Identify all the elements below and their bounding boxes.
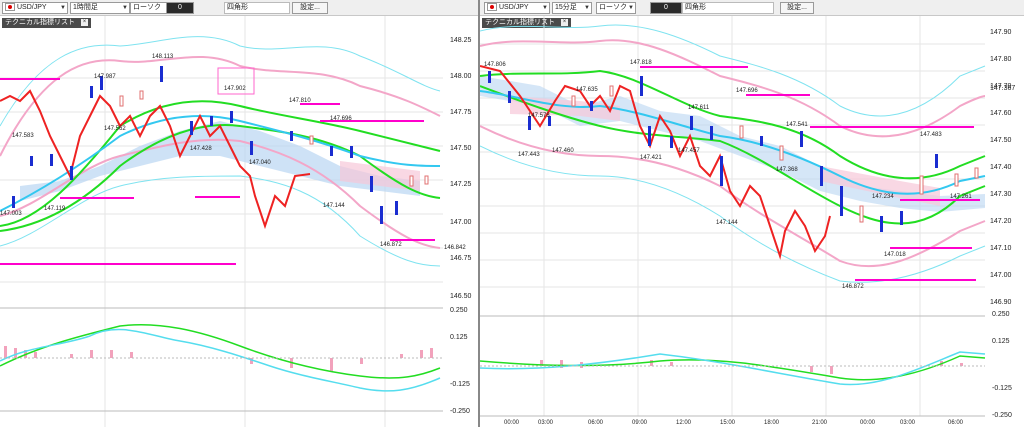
price-tick: 147.25	[450, 181, 472, 188]
osc-tick: -0.125	[450, 381, 470, 388]
price-annotation: 147.261	[950, 194, 972, 200]
time-tick: 12:00	[676, 420, 692, 426]
price-annotation: 147.562	[104, 126, 126, 132]
price-tick: 148.00	[450, 73, 472, 80]
chevron-down-icon: ▼	[60, 5, 66, 11]
left-settings-button[interactable]: 設定...	[292, 2, 328, 14]
price-annotation: 147.421	[640, 155, 662, 161]
left-chart-pane[interactable]: USD/JPY▼ 1時間足▼ ローソク▼ 0 四角形 設定... テクニカル指標…	[0, 0, 480, 427]
price-annotation: 147.018	[884, 252, 906, 258]
price-tick: 146.75	[450, 255, 472, 262]
time-tick: 15:00	[720, 420, 736, 426]
price-annotation: 147.234	[872, 194, 894, 200]
right-chart-pane[interactable]: USD/JPY ▼ 15分足 ▼ ローソク ▼ 0 四角形 設定... テクニカル指標…	[480, 0, 1024, 427]
left-chart-canvas[interactable]: 148.25 148.00 147.75 147.50 147.25 147.0…	[0, 16, 478, 427]
left-shape-select[interactable]: 四角形	[224, 2, 290, 14]
jp-us-flag-icon	[5, 3, 15, 12]
price-annotation: 147.368	[776, 167, 798, 173]
osc-tick: 0.250	[992, 311, 1010, 318]
time-tick: 00:00	[860, 420, 876, 426]
price-tick: 147.40	[990, 164, 1012, 171]
left-value-select[interactable]: 0	[166, 2, 194, 14]
price-annotation: 147.578	[528, 113, 550, 119]
price-tick: 147.20	[990, 218, 1012, 225]
current-price-label: 147.367	[990, 85, 1015, 92]
chevron-down-icon: ▼	[122, 5, 128, 11]
price-annotation: 147.003	[0, 211, 22, 217]
chevron-down-icon: ▼	[628, 5, 634, 11]
price-tick: 148.25	[450, 37, 472, 44]
right-charttype-select[interactable]: ローソク ▼	[596, 2, 636, 14]
price-tick: 146.90	[990, 299, 1012, 306]
osc-tick: 0.125	[450, 334, 468, 341]
price-annotation: 147.483	[920, 132, 942, 138]
right-symbol-select[interactable]: USD/JPY ▼	[484, 2, 550, 14]
price-annotation: 147.611	[688, 105, 710, 111]
price-annotation: 147.635	[576, 87, 598, 93]
time-tick: 09:00	[632, 420, 648, 426]
price-annotation: 147.428	[190, 146, 212, 152]
left-symbol-select[interactable]: USD/JPY ▼	[2, 2, 68, 14]
osc-tick: -0.125	[992, 385, 1012, 392]
jp-us-flag-icon	[487, 3, 497, 12]
price-tick: 147.90	[990, 29, 1012, 36]
price-annotation: 147.457	[678, 148, 700, 154]
price-tick: 147.30	[990, 191, 1012, 198]
price-annotation: 147.818	[630, 60, 652, 66]
price-tick: 147.00	[990, 272, 1012, 279]
price-annotation: 148.113	[152, 54, 174, 60]
price-annotation: 147.806	[484, 62, 506, 68]
price-annotation: 147.810	[289, 98, 311, 104]
right-shape-select[interactable]: 四角形	[682, 2, 774, 14]
time-tick: 18:00	[764, 420, 780, 426]
price-annotation: 147.987	[94, 74, 116, 80]
price-tick: 147.80	[990, 56, 1012, 63]
price-tick: 147.00	[450, 219, 472, 226]
price-annotation: 147.144	[323, 203, 345, 209]
right-value-select[interactable]: 0	[650, 2, 682, 14]
price-annotation: 147.144	[716, 220, 738, 226]
price-annotation: 147.696	[330, 116, 352, 122]
time-tick: 03:00	[900, 420, 916, 426]
price-annotation: 147.443	[518, 152, 540, 158]
osc-tick: -0.250	[450, 408, 470, 415]
osc-tick: 0.125	[992, 338, 1010, 345]
price-tick: 147.60	[990, 110, 1012, 117]
time-tick: 06:00	[588, 420, 604, 426]
price-tick: 146.50	[450, 293, 472, 300]
price-tick: 147.50	[990, 137, 1012, 144]
price-annotation: 146.842	[444, 245, 466, 251]
chevron-down-icon: ▼	[584, 5, 590, 11]
chevron-down-icon: ▼	[542, 5, 548, 11]
price-tick: 147.10	[990, 245, 1012, 252]
price-annotation: 147.902	[224, 86, 246, 92]
osc-tick: -0.250	[992, 412, 1012, 419]
price-annotation: 147.541	[786, 122, 808, 128]
time-tick: 03:00	[538, 420, 554, 426]
right-settings-button[interactable]: 設定...	[780, 2, 814, 14]
price-annotation: 147.460	[552, 148, 574, 154]
price-annotation: 146.872	[380, 242, 402, 248]
price-annotation: 147.119	[44, 206, 66, 212]
time-tick: 00:00	[504, 420, 520, 426]
price-annotation: 147.583	[12, 133, 34, 139]
left-timeframe-select[interactable]: 1時間足 ▼	[70, 2, 130, 14]
time-tick: 06:00	[948, 420, 964, 426]
right-chart-canvas[interactable]: 147.90 147.80 147.70 147.60 147.50 147.4…	[480, 16, 1024, 427]
price-annotation: 147.696	[736, 88, 758, 94]
price-tick: 147.75	[450, 109, 472, 116]
price-tick: 147.50	[450, 145, 472, 152]
left-toolbar: USD/JPY▼ 1時間足▼ ローソク▼ 0 四角形 設定...	[0, 0, 478, 16]
right-toolbar: USD/JPY ▼ 15分足 ▼ ローソク ▼ 0 四角形 設定...	[480, 0, 1024, 16]
price-annotation: 146.872	[842, 284, 864, 290]
right-timeframe-select[interactable]: 15分足 ▼	[552, 2, 592, 14]
price-annotation: 147.040	[249, 160, 271, 166]
osc-tick: 0.250	[450, 307, 468, 314]
time-tick: 21:00	[812, 420, 828, 426]
